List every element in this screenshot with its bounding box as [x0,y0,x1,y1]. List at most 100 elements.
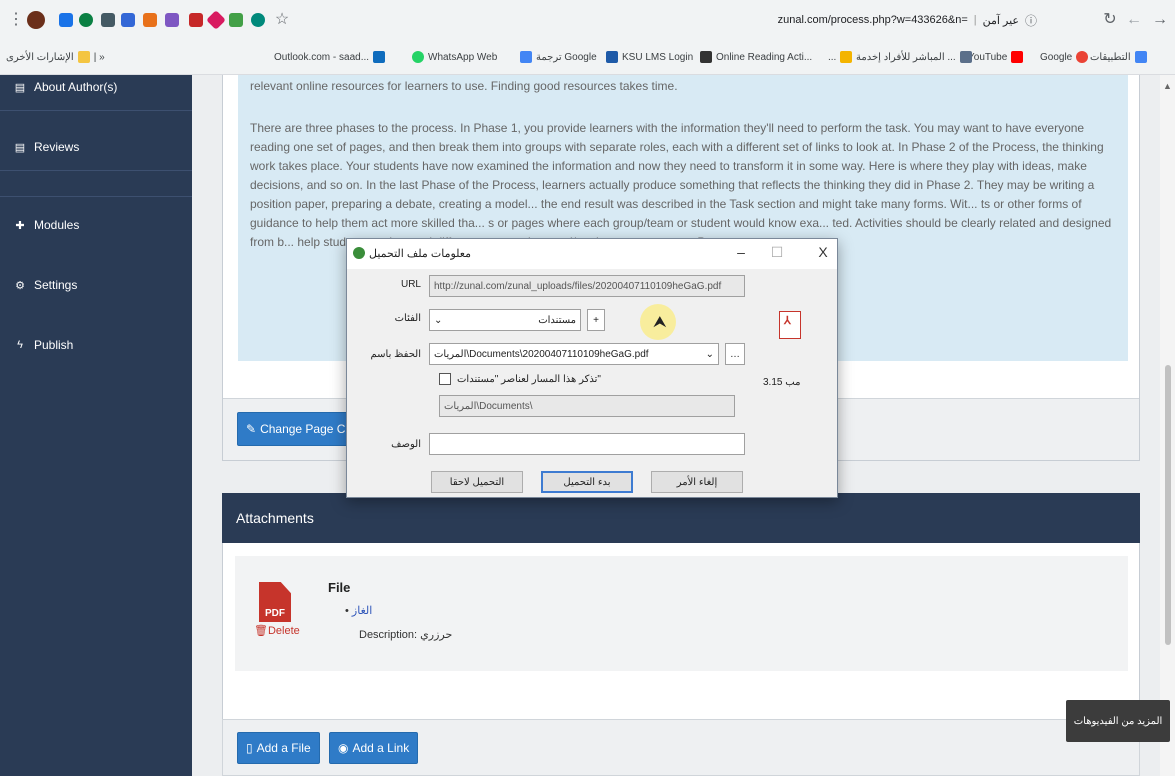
sidebar-item-modules[interactable]: ✚ Modules [14,218,79,232]
reading-icon [700,51,712,63]
scrollbar-thumb[interactable] [1165,365,1171,645]
url-field[interactable]: http://zunal.com/zunal_uploads/files/202… [429,275,745,297]
bookmark-whatsapp[interactable]: WhatsApp Web [412,48,497,66]
extension-icon[interactable] [76,10,96,30]
page-scrollbar[interactable]: ▲ [1160,75,1175,776]
download-later-button[interactable]: التحميل لاحقا [431,471,523,493]
maximize-icon[interactable]: ☐ [767,244,787,261]
extension-icon[interactable] [56,10,76,30]
category-select-arrow: ⌄ [434,314,443,326]
whatsapp-icon [412,51,424,63]
save-as-field[interactable]: المريات\Documents\20200407110109heGaG.pd… [429,343,719,365]
description-input[interactable] [429,433,745,455]
sidebar-item-settings[interactable]: ⚙ Settings [14,278,77,292]
change-page-button[interactable]: ✎ Change Page C [237,412,357,446]
checkbox-box[interactable] [439,373,451,385]
sidebar-divider [0,196,192,197]
extension-icon[interactable] [118,10,138,30]
reload-icon[interactable]: ↻ [1100,10,1120,30]
pdf-file-icon: PDF [259,582,291,622]
minimize-icon[interactable]: – [731,244,751,260]
bookmark-online-reading[interactable]: Online Reading Acti... [700,48,812,66]
sidebar-item-publish[interactable]: ϟ Publish [14,338,73,352]
bolt-icon: ϟ [17,339,23,351]
category-select[interactable]: ⌄ مستندات [429,309,581,331]
bookmark-label: WhatsApp Web [428,51,498,63]
browse-button[interactable]: … [725,343,745,365]
chevron-icon: | » [93,51,105,63]
bookmark-label: ترجمة Google [536,51,597,63]
path-field: المريات\Documents\ [439,395,735,417]
description-label: الوصف [391,439,421,450]
profile-avatar[interactable] [26,10,46,30]
extension-icon[interactable] [162,10,182,30]
more-videos-tooltip[interactable]: المزيد من الفيديوهات [1066,700,1170,742]
bookmark-youtube[interactable]: YouTube [968,48,1024,66]
menu-icon[interactable]: ⋮ [6,10,26,30]
bullet: • [345,605,352,617]
forward-icon[interactable]: ← [1124,10,1144,30]
extension-icon[interactable] [206,10,226,30]
sidebar-divider [0,110,192,111]
remember-path-checkbox[interactable]: تذكر هذا المسار لعناصر "مستندات" [439,373,601,385]
add-file-button[interactable]: ▯ Add a File [237,732,320,764]
bookmark-label: Outlook.com - saad... [274,51,370,63]
description-value: حرزري [420,629,453,641]
sidebar-item-reviews[interactable]: ▤ Reviews [14,140,80,154]
bookmark-label: ... [828,51,837,63]
document-icon: ▤ [14,81,26,94]
bookmark-translate[interactable]: ترجمة Google [520,48,597,66]
extension-icon[interactable] [186,10,206,30]
add-category-button[interactable]: + [587,309,605,331]
bookmark-star-icon[interactable]: ☆ [272,10,292,30]
translate-icon [520,51,532,63]
bookmark-label: Online Reading Acti... [716,51,813,63]
attachment-card: PDF 🗑Delete File • الغاز Description: حر… [235,556,1128,671]
sidebar-item-label: Settings [34,278,78,292]
bookmark-bank[interactable]: المباشر للأفراد إخدمة ... [856,48,972,66]
dialog-titlebar: X ☐ – معلومات ملف التحميل [347,239,837,269]
add-link-button[interactable]: ◉ Add a Link [329,732,419,764]
dialog-title: معلومات ملف التحميل [369,248,471,260]
save-as-label: الحفظ باسم [370,349,421,360]
process-paragraph: There are three phases to the process. I… [250,121,1112,249]
extension-icon[interactable] [98,10,118,30]
file-size: 3.15 مب [763,377,801,388]
attachments-title: Attachments [236,510,314,526]
youtube-icon [1011,51,1024,63]
back-icon[interactable]: → [1150,10,1170,30]
file-icon: ▯ [246,741,253,755]
address-bar[interactable]: zunal.com/process.php?w=433626&n= | عير … [755,6,1045,34]
bookmark-other[interactable]: الإشارات الأخرى | » [6,48,105,66]
sidebar-item-about[interactable]: ▤ About Author(s) [14,80,118,94]
bookmark-label: الإشارات الأخرى [6,51,74,63]
site-info-label[interactable]: عير آمن [983,14,1019,27]
gear-icon: ⚙ [15,279,25,292]
extension-icon[interactable] [226,10,246,30]
category-label: الفئات [394,313,421,324]
scroll-up-icon[interactable]: ▲ [1163,81,1172,91]
file-link[interactable]: • الغاز [345,604,372,617]
bookmark-label: التطبيقات [1090,51,1131,63]
bookmark-misc[interactable]: ... [828,48,853,66]
extension-icon[interactable] [248,10,268,30]
ksu-icon [606,51,618,63]
close-icon[interactable]: X [813,244,833,260]
cancel-button[interactable]: إلغاء الأمر [651,471,743,493]
address-url: zunal.com/process.php?w=433626&n= [777,14,968,26]
description-label: Description: [359,629,418,641]
bookmark-ksu[interactable]: KSU LMS Login [606,48,693,66]
add-link-label: Add a Link [352,741,410,755]
info-icon[interactable]: ⓘ [1025,12,1037,29]
extension-icon[interactable] [140,10,160,30]
delete-link[interactable]: 🗑Delete [254,624,300,637]
pdf-file-icon: ⅄ [779,311,801,339]
folder-icon [77,51,90,63]
start-download-button[interactable]: بدء التحميل [541,471,633,493]
bookmark-apps[interactable]: التطبيقات [1090,48,1147,66]
globe-icon: ◉ [338,741,349,755]
bookmark-outlook[interactable]: Outlook.com - saad... [274,48,386,66]
attachments-header: Attachments [222,493,1140,543]
file-link-label: الغاز [351,605,373,617]
bookmark-google[interactable]: Google [1040,48,1089,66]
